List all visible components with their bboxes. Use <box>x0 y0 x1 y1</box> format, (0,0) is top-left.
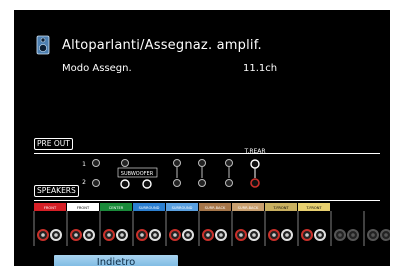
speaker-terminals <box>33 211 390 246</box>
terminal-panel: 1 2 SUBWOOFER T.REAR FRONT FRONT CENTER … <box>33 148 390 246</box>
preout-jack-4 <box>198 159 206 187</box>
subwoofer-jack-1 <box>120 179 130 189</box>
channel-band-8: T.FRONT <box>265 203 297 211</box>
channel-band-5: SURROUND <box>166 203 198 211</box>
speaker-terminal-4 <box>136 229 161 241</box>
speaker-terminal-1 <box>37 229 62 241</box>
speaker-terminal-10 <box>334 229 359 241</box>
sub-mark-1: 1 <box>82 161 86 168</box>
trear-label: T.REAR <box>243 148 265 155</box>
channel-label-2: FRONT <box>77 206 90 210</box>
channel-label-7: SURR.BACK <box>238 206 259 210</box>
speaker-terminal-6 <box>202 229 227 241</box>
preout-jack-3 <box>173 159 181 187</box>
speaker-terminal-3 <box>103 229 128 241</box>
channel-label-9: T.FRONT <box>305 206 322 210</box>
channel-label-8: T.FRONT <box>272 206 289 210</box>
channel-label-1: FRONT <box>44 206 57 210</box>
trear-jack <box>250 159 260 188</box>
subwoofer-jack-2 <box>142 179 152 189</box>
channel-label-6: SURR.BACK <box>205 206 226 210</box>
channel-bands: FRONT FRONT CENTER SURROUND SURROUND SURR.BAC… <box>34 203 330 211</box>
subwoofer-label: SUBWOOFER <box>121 171 154 177</box>
channel-label-5: SURROUND <box>172 206 193 210</box>
channel-band-1: FRONT <box>34 203 66 211</box>
channel-band-9: T.FRONT <box>298 203 330 211</box>
channel-label-4: SURROUND <box>139 206 160 210</box>
preout-jack-5 <box>225 159 233 187</box>
speaker-terminal-5 <box>169 229 194 241</box>
channel-band-6: SURR.BACK <box>199 203 231 211</box>
speaker-assign-screen: Altoparlanti/Assegnaz. amplif. Modo Asse… <box>14 10 390 266</box>
speaker-terminal-9 <box>301 229 326 241</box>
channel-band-7: SURR.BACK <box>232 203 264 211</box>
channel-band-4: SURROUND <box>133 203 165 211</box>
preout-jack-1 <box>92 159 100 187</box>
speaker-terminal-7 <box>235 229 260 241</box>
channel-label-3: CENTER <box>109 206 124 210</box>
sub-mark-2: 2 <box>82 179 86 186</box>
back-button[interactable]: Indietro <box>54 255 178 266</box>
speaker-terminal-2 <box>70 229 95 241</box>
channel-band-3: CENTER <box>100 203 132 211</box>
speaker-terminal-11 <box>367 229 390 241</box>
channel-band-2: FRONT <box>67 203 99 211</box>
speaker-terminal-8 <box>268 229 293 241</box>
preout-jack-2 <box>121 159 129 167</box>
